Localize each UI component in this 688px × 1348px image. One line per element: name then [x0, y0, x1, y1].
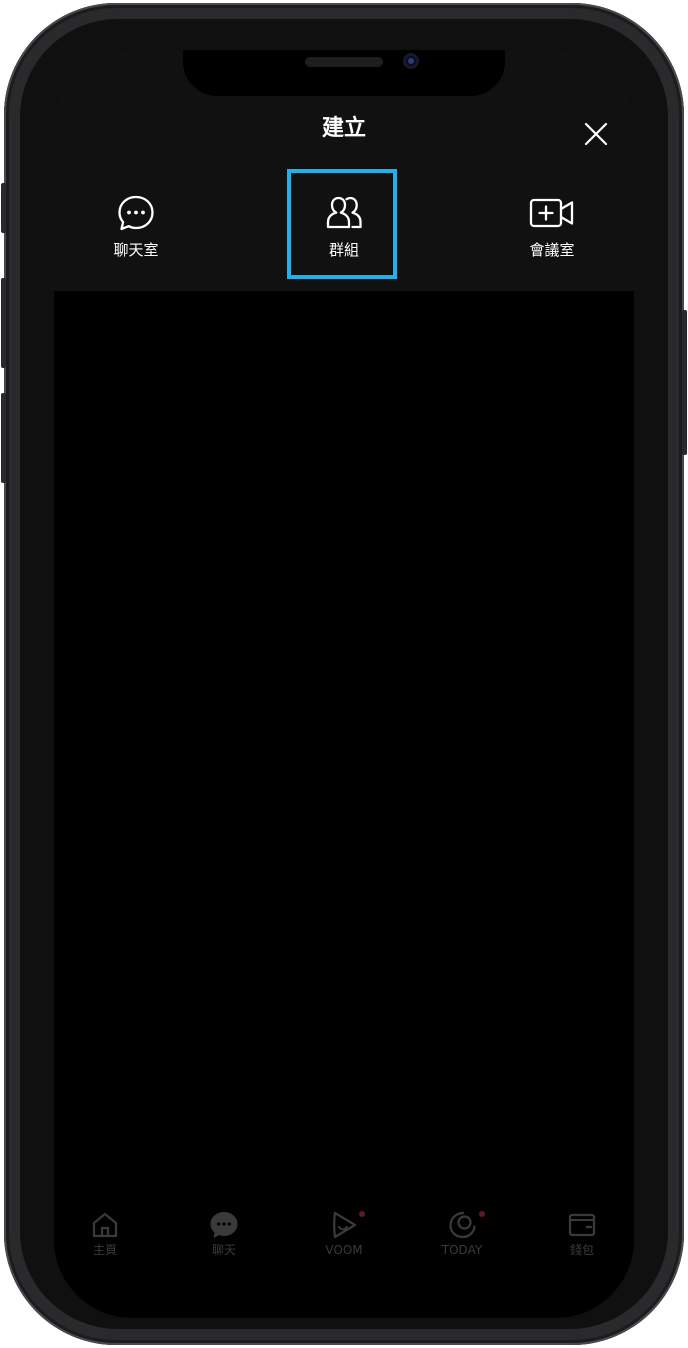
speaker-grille	[305, 57, 383, 67]
bottom-tab-bar: 主頁 聊天 VOOM TODAY 錢包	[54, 1210, 634, 1270]
chat-icon	[210, 1212, 238, 1238]
close-icon	[584, 122, 608, 146]
side-button-power	[682, 310, 687, 455]
tab-chats[interactable]: 聊天	[174, 1210, 274, 1270]
tab-voom-label: VOOM	[325, 1243, 363, 1257]
wallet-icon	[568, 1213, 596, 1237]
chat-bubble-icon	[118, 195, 154, 231]
selection-highlight	[287, 169, 397, 279]
tab-wallet[interactable]: 錢包	[532, 1210, 632, 1270]
side-button-volume-up	[1, 278, 6, 368]
create-chat-room-option[interactable]: 聊天室	[81, 192, 191, 272]
tab-home[interactable]: 主頁	[55, 1210, 155, 1270]
tab-home-label: 主頁	[92, 1243, 117, 1257]
side-button-volume-down	[1, 393, 6, 483]
voom-play-icon	[333, 1211, 357, 1239]
home-icon	[92, 1212, 118, 1238]
tab-today-label: TODAY	[441, 1243, 483, 1257]
create-meeting-room-option[interactable]: 會議室	[497, 192, 607, 272]
screen: 建立 聊天室 群組 會議室 主頁 聊天 VOOM TODAY 錢包	[54, 50, 634, 1318]
meeting-room-label: 會議室	[529, 241, 575, 259]
voom-notification-dot	[359, 1211, 365, 1217]
tab-wallet-label: 錢包	[569, 1243, 594, 1257]
tab-today[interactable]: TODAY	[412, 1210, 512, 1270]
front-camera	[403, 53, 419, 69]
today-news-icon	[449, 1211, 476, 1239]
video-call-icon	[529, 198, 574, 228]
today-notification-dot	[479, 1211, 485, 1217]
close-button[interactable]	[578, 116, 614, 152]
tab-chats-label: 聊天	[211, 1243, 236, 1257]
tab-voom[interactable]: VOOM	[294, 1210, 394, 1270]
side-button-silent	[1, 183, 6, 233]
chat-room-label: 聊天室	[113, 241, 159, 259]
sheet-title: 建立	[321, 116, 366, 141]
